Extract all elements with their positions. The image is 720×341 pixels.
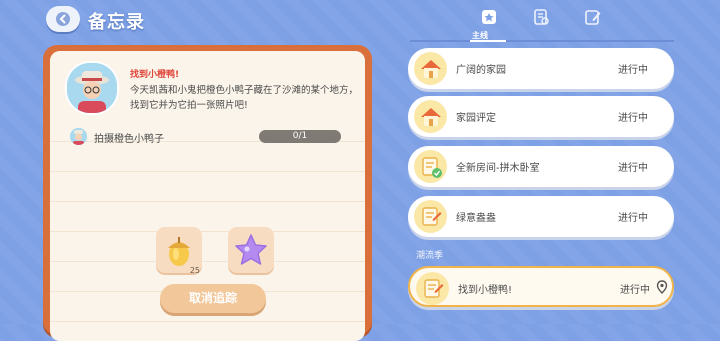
npc-avatar	[65, 61, 119, 115]
quest-detail-panel: 找到小橙鸭! 今天凯茜和小鬼把橙色小鸭子藏在了沙滩的某个地方，找到它并为它拍一张…	[43, 45, 372, 341]
tab-divider	[410, 40, 674, 42]
quest-detail-body: 找到小橙鸭! 今天凯茜和小鬼把橙色小鸭子藏在了沙滩的某个地方，找到它并为它拍一张…	[50, 51, 365, 341]
task-progress-text: 0/1	[292, 131, 308, 141]
quest-item-tracked[interactable]: 找到小橙鸭! 进行中	[408, 266, 674, 307]
cancel-tracking-button[interactable]: 取消追踪	[160, 284, 266, 313]
tab-active-indicator	[470, 40, 506, 42]
quest-title: 找到小橙鸭!	[130, 70, 180, 80]
reward-item-acorn[interactable]: 25	[156, 227, 202, 275]
location-pin-icon[interactable]	[656, 280, 668, 294]
tab-main-quest[interactable]	[478, 7, 500, 27]
quest-name: 全新房间-拼木卧室	[456, 163, 540, 174]
quest-name: 绿意盎盎	[456, 213, 496, 224]
quest-description: 今天凯茜和小鬼把橙色小鸭子藏在了沙滩的某个地方，找到它并为它拍一张照片吧!	[130, 85, 359, 111]
chevron-left-icon	[56, 12, 70, 26]
quest-item[interactable]: 家园评定 进行中	[408, 96, 674, 137]
quest-item[interactable]: 全新房间-拼木卧室 进行中	[408, 146, 674, 187]
task-row: 拍摄橙色小鸭子 0/1	[70, 127, 360, 147]
quest-header: 找到小橙鸭! 今天凯茜和小鬼把橙色小鸭子藏在了沙滩的某个地方，找到它并为它拍一张…	[50, 51, 365, 123]
pen-icon	[585, 10, 601, 25]
page-title: 备忘录	[88, 12, 145, 33]
house-icon	[414, 100, 447, 133]
section-label-season: 潮流季	[416, 251, 444, 261]
task-progress-bar: 0/1	[259, 130, 341, 143]
quest-note-icon	[416, 272, 449, 305]
quest-name: 找到小橙鸭!	[458, 285, 513, 296]
tab-notes[interactable]	[582, 7, 604, 27]
main-quest-icon	[482, 10, 496, 24]
quest-status: 进行中	[618, 163, 648, 174]
house-icon	[414, 52, 447, 85]
tab-documents[interactable]	[530, 7, 552, 27]
quest-note-icon	[414, 200, 447, 233]
reward-item-star[interactable]	[228, 227, 274, 273]
document-icon	[534, 9, 549, 25]
quest-status: 进行中	[618, 213, 648, 224]
quest-note-icon	[414, 150, 447, 183]
back-button[interactable]	[46, 6, 80, 32]
quest-name: 广阔的家园	[456, 65, 506, 76]
quest-status: 进行中	[620, 285, 650, 296]
star-icon	[235, 234, 267, 265]
task-label: 拍摄橙色小鸭子	[94, 134, 164, 145]
tab-bar	[410, 0, 674, 40]
quest-item[interactable]: 广阔的家园 进行中	[408, 48, 674, 89]
task-npc-icon	[70, 128, 87, 145]
quest-item[interactable]: 绿意盎盎 进行中	[408, 196, 674, 237]
reward-count: 25	[189, 266, 200, 275]
quest-status: 进行中	[618, 65, 648, 76]
quest-status: 进行中	[618, 113, 648, 124]
quest-name: 家园评定	[456, 113, 496, 124]
